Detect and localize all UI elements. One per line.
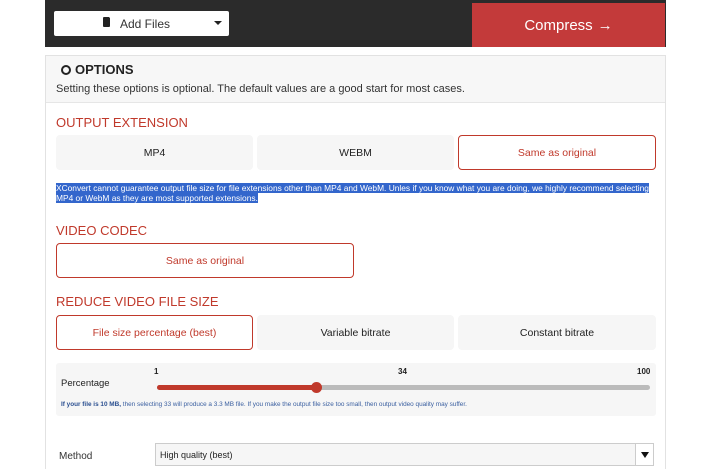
method-value: High quality (best) xyxy=(160,450,233,460)
caret-down-icon xyxy=(635,444,653,465)
file-icon xyxy=(103,16,111,27)
options-title: OPTIONS xyxy=(61,62,134,77)
reduce-size-heading: REDUCE VIDEO FILE SIZE xyxy=(56,294,219,309)
percentage-slider-track[interactable] xyxy=(157,382,650,393)
reduce-option-percentage[interactable]: File size percentage (best) xyxy=(56,315,253,350)
percentage-slider-box: Percentage 1 34 100 If your file is 10 M… xyxy=(56,363,656,416)
caret-down-icon xyxy=(214,21,222,25)
ext-option-webm[interactable]: WEBM xyxy=(257,135,454,170)
percentage-label: Percentage xyxy=(61,378,110,389)
percentage-hint: If your file is 10 MB, then selecting 33… xyxy=(61,401,467,408)
slider-min-label: 1 xyxy=(154,367,159,376)
video-codec-heading: VIDEO CODEC xyxy=(56,223,148,238)
extension-warning: XConvert cannot guarantee output file si… xyxy=(56,183,653,203)
percentage-slider-thumb[interactable] xyxy=(311,382,323,393)
slider-max-label: 100 xyxy=(637,367,651,376)
options-panel: OPTIONS Setting these options is optiona… xyxy=(45,55,666,469)
reduce-option-constant[interactable]: Constant bitrate xyxy=(458,315,656,350)
options-header: OPTIONS Setting these options is optiona… xyxy=(46,56,665,103)
compress-button[interactable]: Compress → xyxy=(472,3,665,47)
output-extension-heading: OUTPUT EXTENSION xyxy=(56,115,188,130)
reduce-option-variable[interactable]: Variable bitrate xyxy=(257,315,454,350)
compress-label: Compress xyxy=(524,16,593,34)
top-toolbar: Add Files Compress → xyxy=(45,0,666,47)
codec-option-same[interactable]: Same as original xyxy=(56,243,354,278)
hint-bold: If your file is 10 MB, xyxy=(61,401,122,408)
ext-option-same[interactable]: Same as original xyxy=(458,135,656,170)
gear-icon xyxy=(61,64,71,75)
method-label: Method xyxy=(59,451,93,462)
add-files-label: Add Files xyxy=(120,17,171,31)
method-select[interactable]: High quality (best) xyxy=(155,443,654,466)
options-description: Setting these options is optional. The d… xyxy=(56,83,465,95)
arrow-right-icon: → xyxy=(597,16,613,34)
hint-text: then selecting 33 will produce a 3.3 MB … xyxy=(122,401,467,408)
ext-option-mp4[interactable]: MP4 xyxy=(56,135,253,170)
percentage-slider-fill xyxy=(157,385,317,390)
add-files-dropdown[interactable]: Add Files xyxy=(54,11,229,36)
options-title-text: OPTIONS xyxy=(75,62,134,77)
slider-mid-label: 34 xyxy=(398,367,407,376)
extension-warning-text: XConvert cannot guarantee output file si… xyxy=(56,183,649,203)
